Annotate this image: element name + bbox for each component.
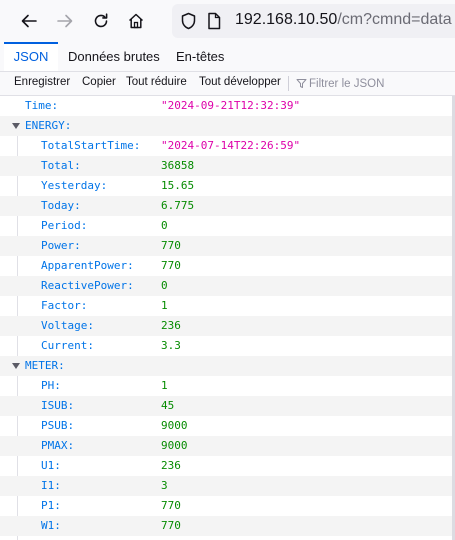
- back-arrow-icon: [21, 14, 37, 28]
- json-key: Time:: [25, 99, 59, 112]
- reload-icon: [94, 13, 108, 28]
- json-key: Yesterday:: [41, 179, 108, 192]
- expand-all-button[interactable]: Tout développer: [199, 76, 281, 88]
- reload-button[interactable]: [86, 6, 116, 36]
- back-button[interactable]: [14, 6, 44, 36]
- json-key: TotalStartTime:: [41, 139, 141, 152]
- shield-icon[interactable]: [180, 12, 197, 30]
- json-row[interactable]: Period: 0: [0, 216, 455, 236]
- json-key: METER:: [25, 359, 65, 372]
- json-value: 9000: [161, 419, 188, 432]
- json-row[interactable]: ApparentPower: 770: [0, 256, 455, 276]
- toolbar-divider: [288, 76, 289, 91]
- json-value: 3: [161, 479, 168, 492]
- json-row[interactable]: TotalStartTime: "2024-07-14T22:26:59": [0, 136, 455, 156]
- json-value: 770: [161, 499, 181, 512]
- json-key: ReactivePower:: [41, 279, 134, 292]
- json-row[interactable]: I1: 3: [0, 476, 455, 496]
- json-row[interactable]: Today: 6.775: [0, 196, 455, 216]
- browser-toolbar: 192.168.10.50/cm?cmnd=data: [0, 0, 455, 42]
- json-key: Current:: [41, 339, 94, 352]
- forward-button[interactable]: [50, 6, 80, 36]
- json-row[interactable]: Voltage: 236: [0, 316, 455, 336]
- json-key: Today:: [41, 199, 81, 212]
- json-value: 9000: [161, 439, 188, 452]
- json-value: "2024-09-21T12:32:39": [161, 99, 301, 112]
- json-value: 770: [161, 239, 181, 252]
- json-value: 1: [161, 299, 168, 312]
- json-row[interactable]: PMAX: 9000: [0, 436, 455, 456]
- json-tree: Time: "2024-09-21T12:32:39" ENERGY: Tota…: [0, 96, 455, 540]
- json-row[interactable]: Factor: 1: [0, 296, 455, 316]
- expand-toggle-icon[interactable]: [12, 363, 20, 369]
- url-text[interactable]: 192.168.10.50/cm?cmnd=data: [235, 11, 452, 29]
- json-key: Voltage:: [41, 319, 94, 332]
- json-key: PSUB:: [41, 419, 75, 432]
- json-key: P1:: [41, 499, 61, 512]
- home-icon: [128, 13, 144, 29]
- tab-headers[interactable]: En-têtes: [176, 42, 224, 71]
- json-key: W1:: [41, 519, 61, 532]
- json-value: 3.3: [161, 339, 181, 352]
- address-bar[interactable]: 192.168.10.50/cm?cmnd=data: [172, 4, 455, 38]
- json-row[interactable]: ISUB: 45: [0, 396, 455, 416]
- json-value: 0: [161, 279, 168, 292]
- url-host: 192.168.10.50: [235, 11, 338, 28]
- json-value: 15.65: [161, 179, 195, 192]
- json-value: 36858: [161, 159, 195, 172]
- json-row[interactable]: U1: 236: [0, 456, 455, 476]
- json-row[interactable]: Current: 3.3: [0, 336, 455, 356]
- json-key: U1:: [41, 459, 61, 472]
- json-value: "2024-07-14T22:26:59": [161, 139, 301, 152]
- json-row-energy[interactable]: ENERGY:: [0, 116, 455, 136]
- json-row[interactable]: W1: 770: [0, 516, 455, 536]
- json-row[interactable]: PSUB: 9000: [0, 416, 455, 436]
- json-value: 1: [161, 379, 168, 392]
- expand-toggle-icon[interactable]: [12, 123, 20, 129]
- json-value: 770: [161, 259, 181, 272]
- json-key: I1:: [41, 479, 61, 492]
- json-row[interactable]: Yesterday: 15.65: [0, 176, 455, 196]
- json-row-meter[interactable]: METER:: [0, 356, 455, 376]
- json-key: Factor:: [41, 299, 88, 312]
- copy-button[interactable]: Copier: [82, 76, 116, 88]
- json-row[interactable]: Total: 36858: [0, 156, 455, 176]
- page-icon[interactable]: [206, 12, 222, 30]
- json-row[interactable]: P1: 770: [0, 496, 455, 516]
- json-key: ISUB:: [41, 399, 75, 412]
- json-key: Power:: [41, 239, 81, 252]
- json-key: Total:: [41, 159, 81, 172]
- json-row[interactable]: ReactivePower: 0: [0, 276, 455, 296]
- json-value: 236: [161, 459, 181, 472]
- collapse-all-button[interactable]: Tout réduire: [126, 76, 187, 88]
- json-value: 6.775: [161, 199, 195, 212]
- json-key: PH:: [41, 379, 61, 392]
- tab-raw-data[interactable]: Données brutes: [68, 42, 160, 71]
- tab-json[interactable]: JSON: [4, 42, 58, 71]
- json-row[interactable]: Power: 770: [0, 236, 455, 256]
- home-button[interactable]: [121, 6, 151, 36]
- json-value: 45: [161, 399, 175, 412]
- forward-arrow-icon: [57, 14, 73, 28]
- filter-icon: [296, 79, 307, 88]
- filter-json-input[interactable]: [309, 75, 449, 92]
- json-value: 236: [161, 319, 181, 332]
- json-value: 770: [161, 519, 181, 532]
- json-key: ApparentPower:: [41, 259, 134, 272]
- json-row[interactable]: PH: 1: [0, 376, 455, 396]
- json-row-time[interactable]: Time: "2024-09-21T12:32:39": [0, 96, 455, 116]
- json-key: PMAX:: [41, 439, 75, 452]
- json-key: Period:: [41, 219, 88, 232]
- save-button[interactable]: Enregistrer: [14, 76, 70, 88]
- url-path: /cm?cmnd=data: [337, 11, 452, 28]
- json-value: 0: [161, 219, 168, 232]
- json-toolbar: Enregistrer Copier Tout réduire Tout dév…: [0, 72, 455, 96]
- viewer-tabs: JSON Données brutes En-têtes: [0, 42, 455, 72]
- json-key: ENERGY:: [25, 119, 72, 132]
